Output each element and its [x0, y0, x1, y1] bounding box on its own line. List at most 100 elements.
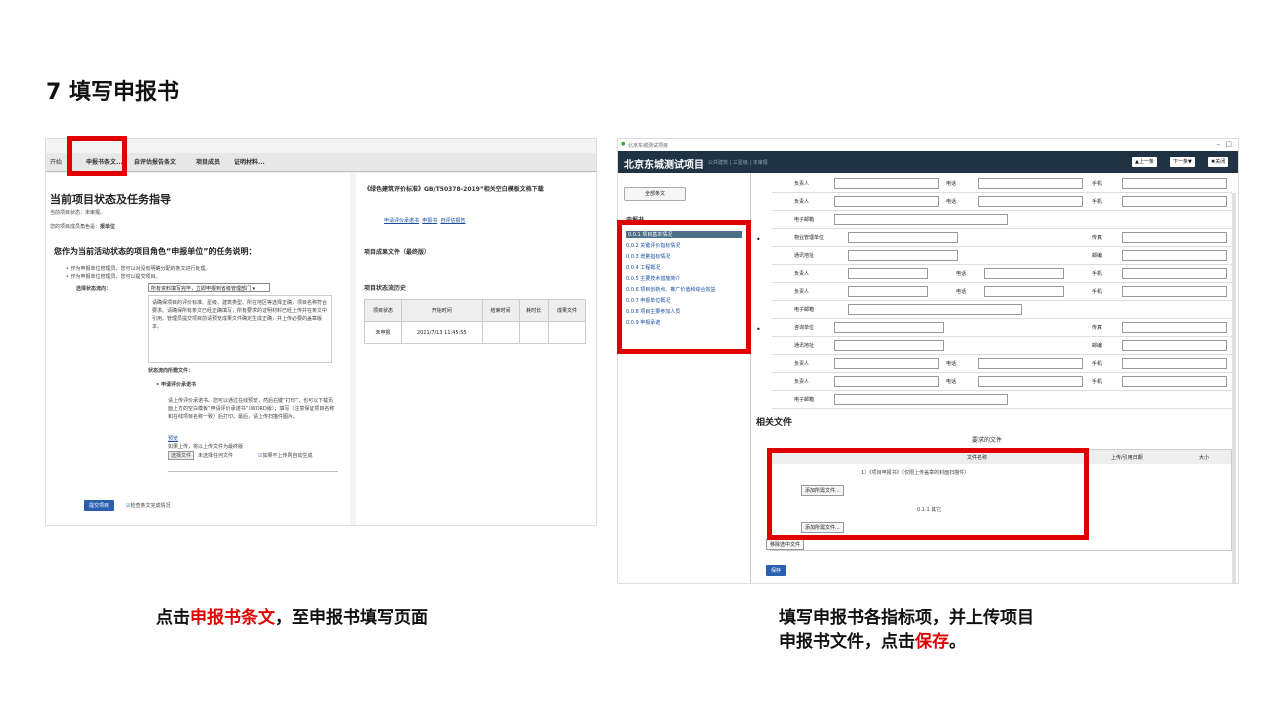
- label-mobile: 手机: [1092, 361, 1103, 367]
- state-description: 请确保项目的评价标准、星级、建筑类型、所在地区等选择正确，项目名称符合要求。请确…: [148, 295, 332, 363]
- label-phone: 电话: [956, 289, 967, 295]
- phone-input[interactable]: [978, 178, 1083, 189]
- preview-link[interactable]: 预览: [168, 435, 178, 442]
- minimize-icon[interactable]: –: [1217, 140, 1221, 148]
- highlight-box-sidebar: [617, 220, 751, 354]
- label-phone: 电话: [956, 271, 967, 277]
- window-title: 北京东城测试项目: [628, 143, 669, 149]
- table-row: 未申报 2021/7/13 11:45:55: [364, 321, 586, 344]
- label-phone: 电话: [946, 361, 957, 367]
- state-select[interactable]: 所有资料填写完毕，立即申报到省级管理部门 ▾: [148, 283, 270, 292]
- mobile-input[interactable]: [1122, 286, 1227, 297]
- phone-input[interactable]: [984, 286, 1064, 297]
- mobile-input[interactable]: [1122, 196, 1227, 207]
- phone-input[interactable]: [978, 196, 1083, 207]
- auto-gen-checkbox[interactable]: ☑如果不上传则自动生成: [258, 452, 343, 459]
- template-links: 申请评价承诺书 申报书 自评估报告: [384, 217, 465, 224]
- col-status: 项目状态: [364, 299, 402, 322]
- tab-all-clauses[interactable]: 全部条文: [624, 187, 686, 201]
- phone-input[interactable]: [984, 268, 1064, 279]
- submit-project-button[interactable]: 提交项目: [84, 500, 115, 511]
- mobile-input[interactable]: [1122, 358, 1227, 369]
- email-input[interactable]: [834, 394, 1008, 405]
- cell-duration: [518, 321, 550, 344]
- person-input[interactable]: [834, 358, 939, 369]
- app-header: 北京东城测试项目 公共建筑 | 三星级 | 未审报 ▲上一条 下一条▼ ✖关闭: [618, 151, 1238, 173]
- zip-input[interactable]: [1122, 340, 1227, 351]
- address-input[interactable]: [834, 340, 944, 351]
- label-email: 电子邮箱: [794, 397, 815, 403]
- phone-input[interactable]: [978, 376, 1083, 387]
- tab-self-eval-clauses[interactable]: 自评估报告条文: [134, 157, 176, 166]
- caption-right: 填写申报书各指标项，并上传项目申报书文件，点击保存。: [779, 608, 1034, 652]
- person-input[interactable]: [834, 196, 939, 207]
- required-files-title: 要求的文件: [972, 437, 1003, 444]
- email-input[interactable]: [834, 214, 1008, 225]
- phone-input[interactable]: [978, 358, 1083, 369]
- col-size: 大小: [1199, 455, 1210, 461]
- history-table: 项目状态 开始时间 结束时间 耗时长 成果文件 未申报 2021/7/13 11…: [364, 299, 586, 344]
- info-panel: 《绿色建筑评价标准》GB/T50378-2019”相关空白模板文档下载 申请评价…: [356, 173, 596, 525]
- mobile-input[interactable]: [1122, 268, 1227, 279]
- property-input[interactable]: [848, 232, 958, 243]
- label-mobile: 手机: [1092, 181, 1103, 187]
- state-label: 选择状态流向：: [76, 286, 112, 292]
- label-fax: 传真: [1092, 325, 1103, 331]
- email-input[interactable]: [848, 304, 1022, 315]
- label-person: 负责人: [794, 361, 810, 367]
- address-input[interactable]: [848, 250, 958, 261]
- link-application[interactable]: 申报书: [422, 218, 437, 224]
- label-zip: 邮编: [1092, 253, 1103, 259]
- table-header-row: 项目状态 开始时间 结束时间 耗时长 成果文件: [364, 299, 586, 322]
- tab-evidence[interactable]: 证明材料...: [234, 157, 265, 166]
- link-self-eval[interactable]: 自评估报告: [440, 218, 465, 224]
- mobile-input[interactable]: [1122, 178, 1227, 189]
- label-person: 负责人: [794, 199, 810, 205]
- mobile-input[interactable]: [1122, 376, 1227, 387]
- status-heading: 当前项目状态及任务指导: [50, 193, 171, 206]
- label-phone: 电话: [946, 199, 957, 205]
- person-input[interactable]: [848, 286, 928, 297]
- left-screenshot: 开始 申报书条文... 自评估报告条文 项目成员 证明材料... 当前项目状态及…: [45, 138, 597, 526]
- label-person: 负责人: [794, 289, 810, 295]
- bullet-1: • 作为申报单位管理员，您可以对没有明确分配的条文进行处理。: [66, 266, 211, 272]
- label-mobile: 手机: [1092, 379, 1103, 385]
- consult-input[interactable]: [834, 322, 944, 333]
- prev-button[interactable]: ▲上一条: [1132, 157, 1157, 167]
- label-address: 通讯地址: [794, 343, 815, 349]
- tab-members[interactable]: 项目成员: [196, 157, 220, 166]
- label-consult: 咨询单位: [794, 325, 815, 331]
- zip-input[interactable]: [1122, 250, 1227, 261]
- remove-file-button[interactable]: 移除选中文件: [766, 539, 805, 550]
- label-mobile: 手机: [1092, 199, 1103, 205]
- divider: [168, 471, 338, 472]
- person-input[interactable]: [834, 376, 939, 387]
- required-item: • 申请评价承诺书: [156, 382, 196, 388]
- fax-input[interactable]: [1122, 232, 1227, 243]
- task-heading: 您作为当前活动状态的项目角色“申报单位”的任务说明：: [54, 247, 257, 256]
- person-input[interactable]: [848, 268, 928, 279]
- fax-input[interactable]: [1122, 322, 1227, 333]
- scrollbar[interactable]: [1232, 193, 1236, 583]
- label-email: 电子邮箱: [794, 217, 815, 223]
- label-phone: 电话: [946, 379, 957, 385]
- label-person: 负责人: [794, 379, 810, 385]
- role-line: 您的项目成员角色是：报单位: [50, 224, 116, 230]
- tab-start[interactable]: 开始: [50, 157, 62, 166]
- app-title: 北京东城测试项目: [624, 160, 704, 171]
- col-upload-date: 上传/引用日期: [1111, 455, 1143, 461]
- link-commitment[interactable]: 申请评价承诺书: [384, 218, 419, 224]
- save-button[interactable]: 保存: [766, 565, 787, 576]
- label-email: 电子邮箱: [794, 307, 815, 313]
- cell-start: 2021/7/13 11:45:55: [400, 321, 483, 344]
- status-line: 当前项目状态：未审报。: [50, 210, 106, 216]
- person-input[interactable]: [834, 178, 939, 189]
- label-phone: 电话: [946, 181, 957, 187]
- choose-file-button[interactable]: 选择文件: [168, 451, 195, 460]
- next-button[interactable]: 下一条▼: [1170, 157, 1195, 167]
- bullet-2: • 作为申报单位管理员，您可以提交项目。: [66, 274, 161, 280]
- check-clauses-checkbox[interactable]: ☑检查条文完成情况: [126, 502, 171, 509]
- maximize-icon[interactable]: □: [1225, 140, 1232, 148]
- app-icon: ●: [621, 141, 626, 147]
- close-button[interactable]: ✖关闭: [1208, 157, 1229, 167]
